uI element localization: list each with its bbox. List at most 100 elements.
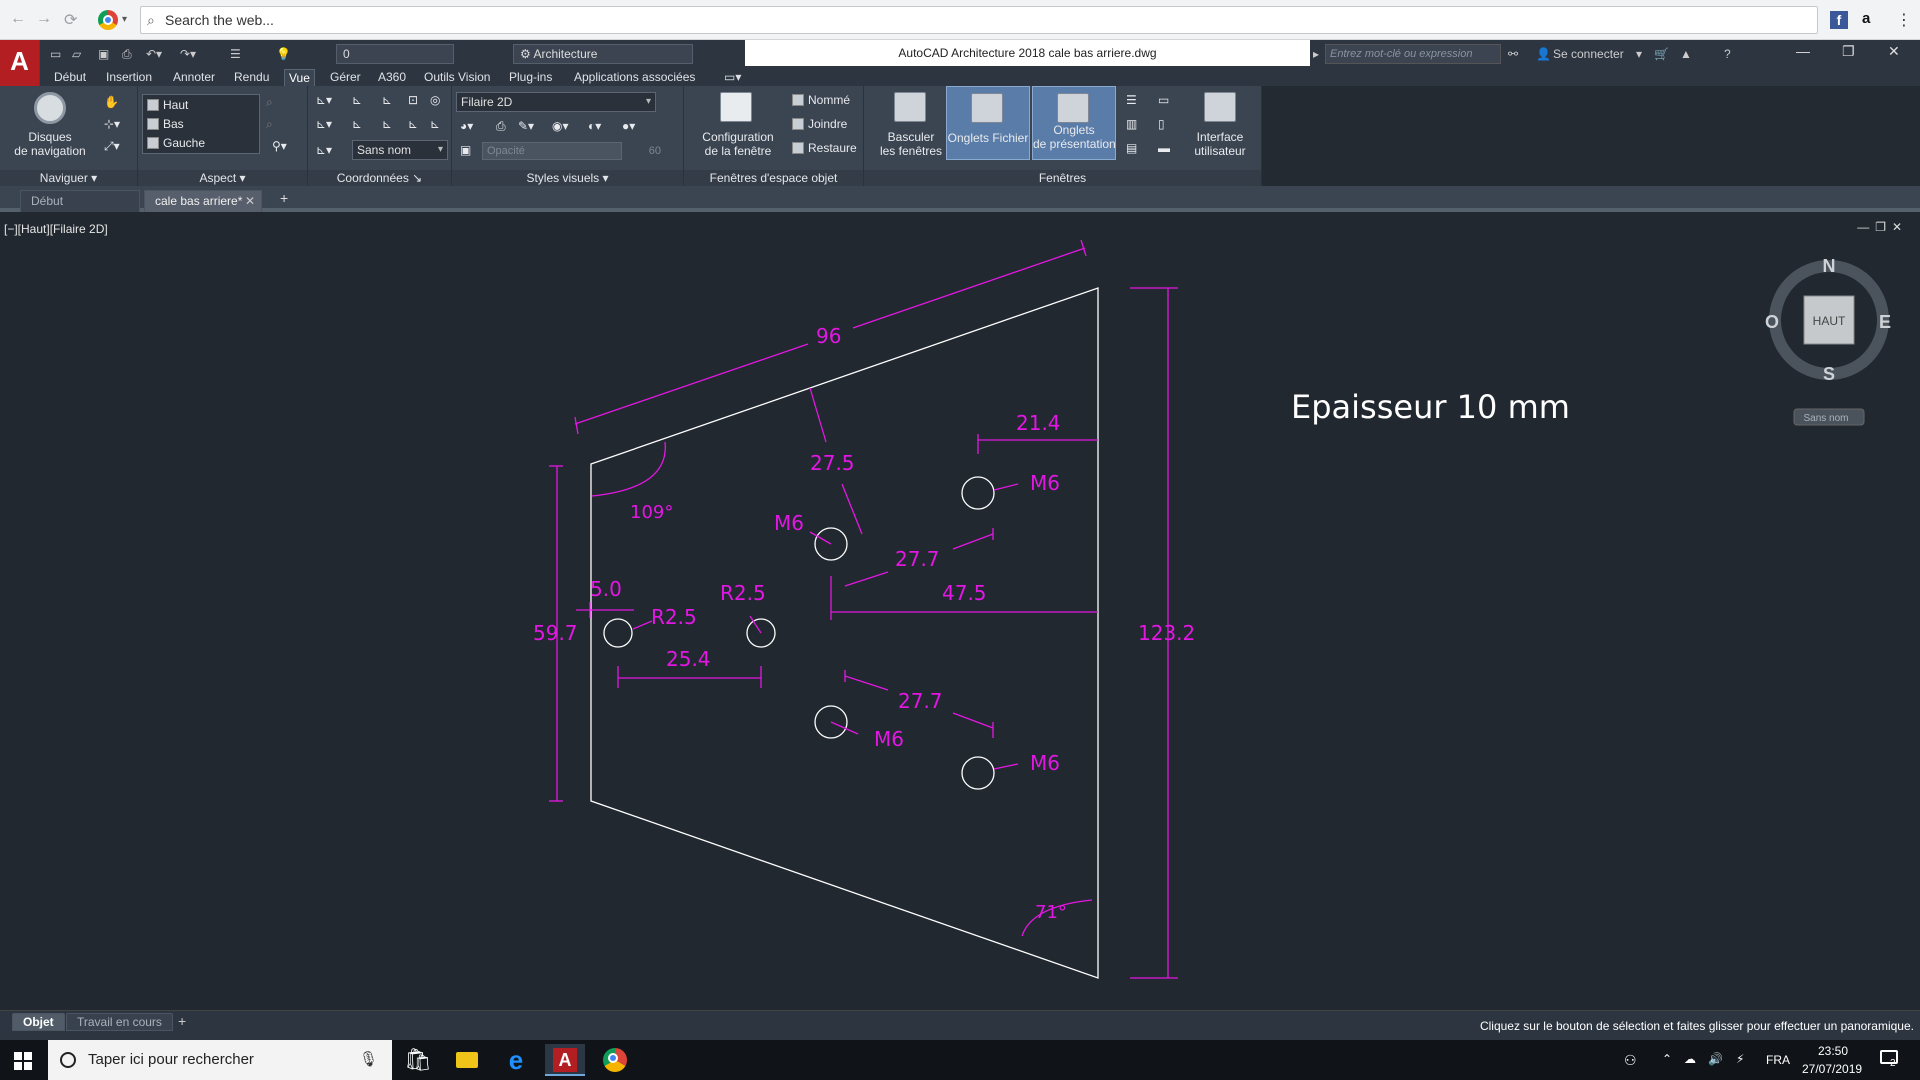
compass-south[interactable]: S: [1823, 364, 1835, 384]
layout-tab-work[interactable]: Travail en cours: [66, 1013, 173, 1031]
user-interface-button[interactable]: Interface utilisateur: [1180, 130, 1260, 158]
taskbar-search-input[interactable]: Taper ici pour rechercher 🎙: [48, 1040, 392, 1080]
tab-a360[interactable]: A360: [374, 69, 410, 86]
windows-start-icon[interactable]: [14, 1052, 32, 1070]
ucs-origin-icon[interactable]: ⊾: [382, 92, 392, 108]
redo-icon[interactable]: ↷▾: [180, 45, 196, 63]
layer-dropdown[interactable]: 0: [336, 44, 454, 64]
views-list[interactable]: Haut Bas Gauche: [142, 94, 260, 154]
ucs-y-icon[interactable]: ⊾: [382, 116, 392, 132]
compass-west[interactable]: O: [1765, 312, 1779, 332]
chevron-down-icon[interactable]: ▾: [1636, 45, 1642, 63]
tile-horizontal-icon[interactable]: ▤: [1126, 140, 1137, 156]
cascade-icon[interactable]: ☰: [1126, 92, 1137, 108]
compass-north[interactable]: N: [1823, 256, 1836, 276]
view-top[interactable]: Haut: [147, 97, 188, 113]
new-file-icon[interactable]: ▭: [50, 45, 61, 63]
chevron-up-icon[interactable]: ⌃: [1662, 1052, 1672, 1066]
tab-insertion[interactable]: Insertion: [102, 69, 156, 86]
binoculars-icon[interactable]: ⚯: [1508, 45, 1518, 63]
login-button[interactable]: Se connecter: [1553, 45, 1624, 63]
help-icon[interactable]: ?: [1724, 45, 1731, 63]
zoom-icon[interactable]: ⌕: [266, 116, 273, 132]
notification-center-icon[interactable]: 2: [1880, 1048, 1904, 1072]
tab-gerer[interactable]: Gérer: [326, 69, 365, 86]
view-bottom[interactable]: Bas: [147, 116, 184, 132]
panel-title[interactable]: Naviguer ▾: [0, 170, 137, 186]
tile-vertical-icon[interactable]: ▥: [1126, 116, 1137, 132]
view-left[interactable]: Gauche: [147, 135, 205, 151]
undo-icon[interactable]: ↶▾: [146, 45, 162, 63]
viewcube[interactable]: HAUT N S E O Sans nom: [1765, 256, 1891, 426]
save-icon[interactable]: ▣: [98, 45, 109, 63]
cloud-icon[interactable]: ☁: [1684, 1052, 1696, 1066]
ucs-view-icon[interactable]: ⊡: [408, 92, 418, 108]
chrome-taskbar-icon[interactable]: [595, 1044, 635, 1076]
ucs-3point-icon[interactable]: ⊾▾: [316, 116, 332, 132]
ribbon-toggle-icon[interactable]: ▭▾: [720, 69, 745, 86]
network-icon[interactable]: ⚡: [1736, 1052, 1744, 1066]
viewcube-face[interactable]: HAUT: [1813, 314, 1846, 328]
clock-date[interactable]: 27/07/2019: [1802, 1062, 1862, 1076]
tab-annoter[interactable]: Annoter: [169, 69, 219, 86]
edge-icon[interactable]: e: [496, 1044, 536, 1076]
restore-viewports-button[interactable]: Restaure: [792, 140, 857, 156]
drawing-viewport[interactable]: [−][Haut][Filaire 2D] —❐✕ Epaisseur 10 m…: [0, 216, 1920, 1010]
close-icon[interactable]: ✕: [245, 191, 255, 211]
cart-icon[interactable]: 🛒: [1654, 45, 1669, 63]
ucs-world-icon[interactable]: ⊾: [352, 92, 362, 108]
reload-icon[interactable]: ⟳: [64, 10, 77, 30]
lightbulb-icon[interactable]: 💡: [276, 45, 291, 63]
edges-icon[interactable]: ✎▾: [518, 118, 534, 134]
materials-icon[interactable]: ●▾: [622, 118, 635, 134]
panel-title[interactable]: Coordonnées ↘: [308, 170, 451, 186]
tab-debut[interactable]: Début: [50, 69, 90, 86]
switch-windows-icon[interactable]: [894, 92, 926, 122]
viewport-config-button[interactable]: Configuration de la fenêtre: [688, 130, 788, 158]
ucs-z-icon[interactable]: ⊾: [408, 116, 418, 132]
viewport-config-icon[interactable]: [720, 92, 752, 122]
visual-style-dropdown[interactable]: Filaire 2D: [456, 92, 656, 112]
ucs-globe-icon[interactable]: ◎: [430, 92, 440, 108]
file-explorer-icon[interactable]: [446, 1044, 486, 1076]
chevron-down-icon[interactable]: ▾: [122, 14, 127, 25]
tab-plugins[interactable]: Plug-ins: [505, 69, 556, 86]
ucs-icon[interactable]: ⊾▾: [316, 92, 332, 108]
keyword-search-input[interactable]: Entrez mot-clé ou expression: [1325, 44, 1501, 64]
print-icon[interactable]: ⎙: [122, 45, 132, 63]
autocad-taskbar-icon[interactable]: A: [545, 1044, 585, 1076]
minimize-button[interactable]: —: [1796, 43, 1810, 59]
application-menu-button[interactable]: A: [0, 40, 40, 90]
new-tab-button[interactable]: +: [280, 190, 288, 206]
ucs-face-icon[interactable]: ⊾: [430, 116, 440, 132]
people-icon[interactable]: ⚇: [1624, 1052, 1637, 1069]
workspace-dropdown[interactable]: ⚙ Architecture: [513, 44, 693, 64]
store-icon[interactable]: 🛍: [398, 1044, 438, 1076]
toolbar-icon[interactable]: ▭: [1158, 92, 1169, 108]
tab-applications-associees[interactable]: Applications associées: [570, 69, 699, 86]
zoom-icon[interactable]: ⌕: [266, 94, 273, 110]
print-style-icon[interactable]: ⎙: [496, 118, 506, 134]
part-outline[interactable]: [590, 287, 1099, 979]
ucs-dropdown[interactable]: Sans nom: [352, 140, 448, 160]
opacity-slider[interactable]: Opacité 60: [482, 142, 661, 160]
switch-windows-button[interactable]: Basculer les fenêtres: [866, 130, 956, 158]
open-file-icon[interactable]: ▱: [72, 45, 81, 63]
a360-icon[interactable]: ▲: [1680, 45, 1692, 63]
browser-menu-icon[interactable]: ⋮: [1896, 10, 1912, 30]
chrome-logo-icon[interactable]: [98, 10, 118, 30]
file-tabs-toggle[interactable]: Onglets Fichier: [946, 86, 1030, 160]
maximize-button[interactable]: ❐: [1842, 43, 1855, 60]
ucs-x-icon[interactable]: ⊾: [352, 116, 362, 132]
layout-tabs-toggle[interactable]: Onglets de présentation: [1032, 86, 1116, 160]
ucs-named-icon[interactable]: ⊾▾: [316, 142, 332, 158]
visual-icon[interactable]: ⚲▾: [272, 138, 287, 154]
render-icon[interactable]: ◕▾: [460, 118, 473, 134]
ucs-menu[interactable]: Sans nom: [1803, 413, 1848, 424]
user-interface-icon[interactable]: [1204, 92, 1236, 122]
steering-wheel-button[interactable]: Disques de navigation: [4, 130, 96, 158]
forward-icon[interactable]: →: [36, 10, 52, 28]
shadows-icon[interactable]: ◐▾: [588, 118, 601, 134]
tab-vue[interactable]: Vue: [284, 69, 315, 86]
steering-wheel-icon[interactable]: [34, 92, 66, 124]
